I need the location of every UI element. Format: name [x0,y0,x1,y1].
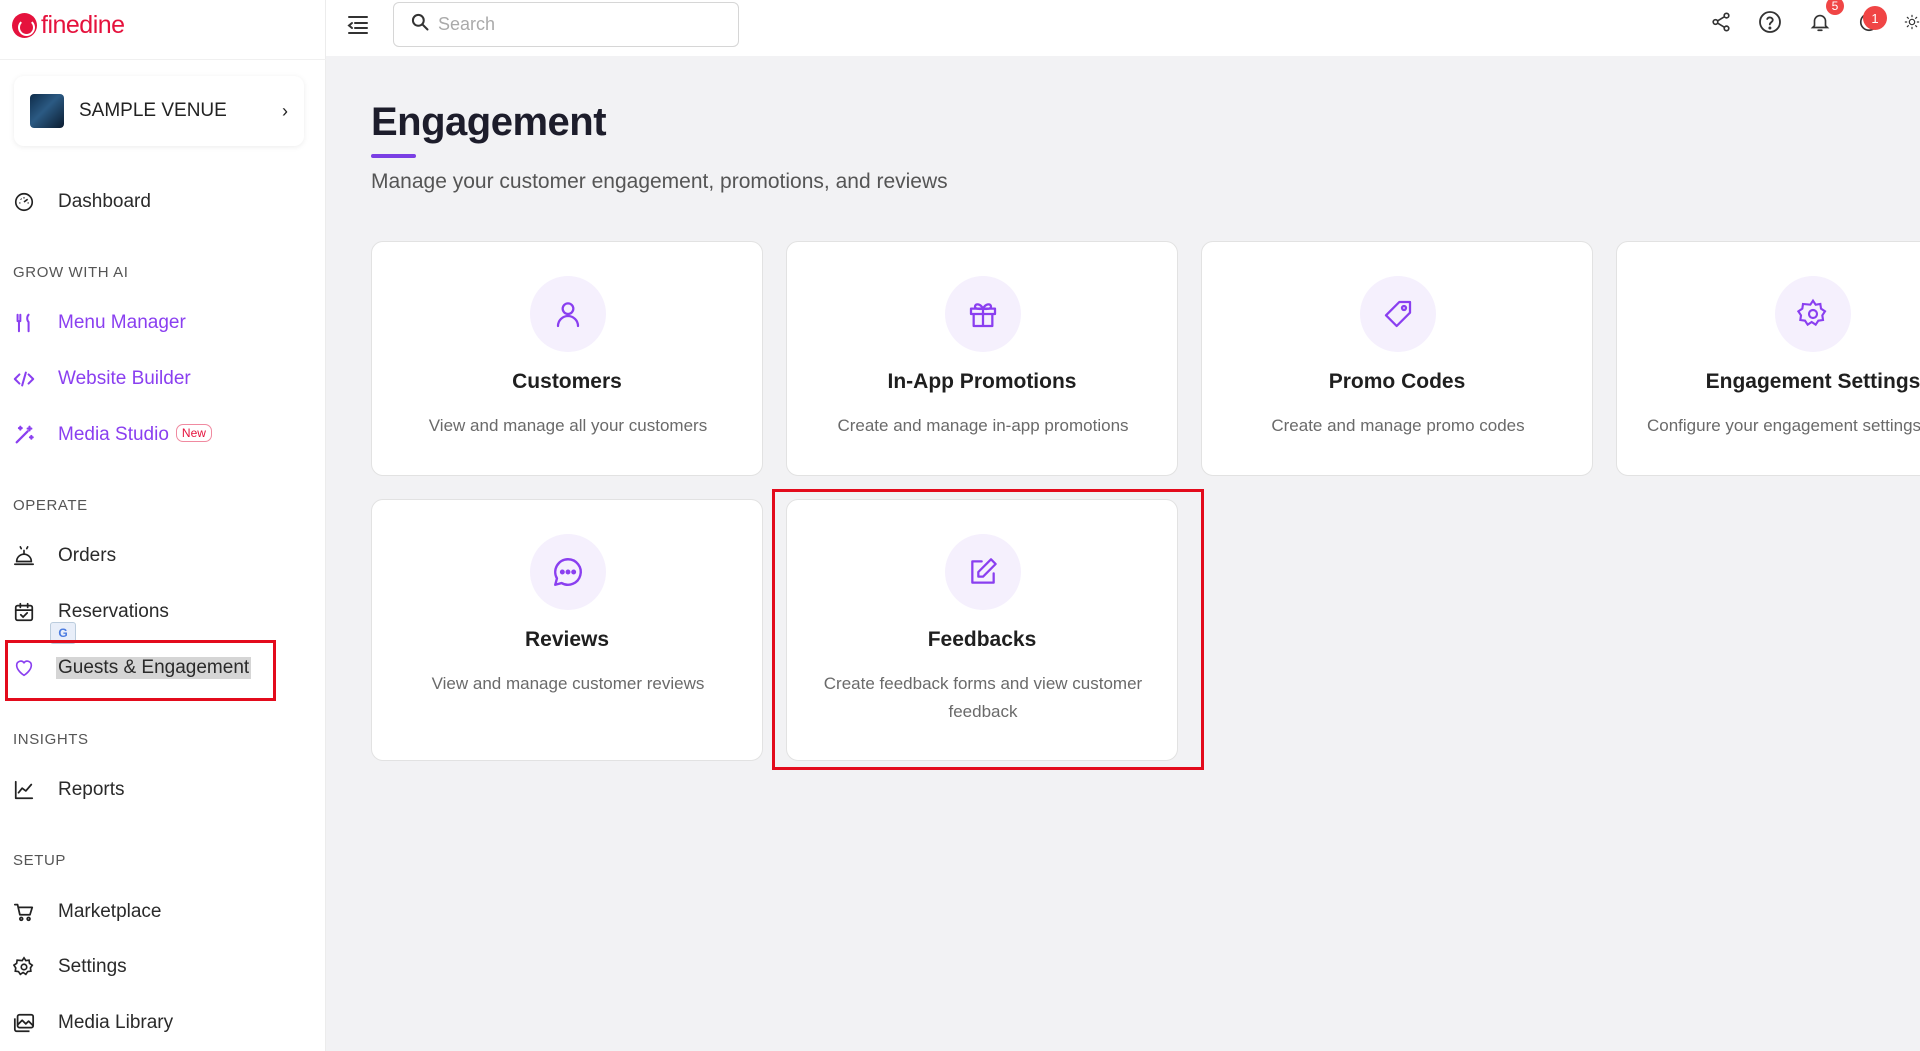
tag-icon [1360,276,1436,352]
sidebar-item-label: Menu Manager [58,312,186,333]
sidebar-item-settings[interactable]: Settings [0,947,326,987]
finedine-logo[interactable]: finedine [12,10,125,40]
venue-selector[interactable]: SAMPLE VENUE › [14,76,304,146]
search-input[interactable] [438,14,728,35]
sidebar-item-label: Reservations [58,601,169,622]
images-icon [12,1011,36,1035]
card-title: Engagement Settings [1705,370,1920,393]
card-description: View and manage all your customers [428,416,708,435]
top-bar: 5 1 [326,0,1920,56]
title-underline [371,154,416,158]
chevron-right-icon: › [282,100,288,121]
venue-thumbnail [30,94,64,128]
gauge-icon [12,190,36,214]
section-heading-grow: GROW WITH AI [13,264,129,281]
card-description: Create and manage in-app promotions [837,416,1129,435]
user-icon [530,276,606,352]
search-box[interactable] [393,2,739,47]
highlight-box-feedbacks [772,489,1204,770]
sidebar-item-label: Marketplace [58,901,162,922]
card-customers[interactable]: Customers View and manage all your custo… [371,241,763,476]
card-title: Reviews [524,628,610,651]
sidebar-item-label: Dashboard [58,191,151,212]
notifications-count-badge: 5 [1826,0,1844,15]
sidebar-item-website-builder[interactable]: Website Builder [0,359,326,399]
highlight-box-sidebar [5,640,276,701]
help-icon[interactable] [1757,9,1783,35]
line-chart-icon [12,778,36,802]
collapse-menu-icon[interactable] [346,14,372,38]
chat-bubble-icon [530,534,606,610]
settings-gear-icon [1775,276,1851,352]
media-studio-text: Media Studio [58,424,169,445]
sidebar-item-label: Reports [58,779,125,800]
sidebar-item-label: Media Studio New [58,423,212,446]
share-icon[interactable] [1708,9,1734,35]
gift-icon [945,276,1021,352]
sidebar: finedine SAMPLE VENUE › Dashboard GROW W… [0,0,326,1051]
cart-icon [12,900,36,924]
card-title: In-App Promotions [887,370,1077,393]
section-heading-setup: SETUP [13,852,67,869]
sidebar-item-marketplace[interactable]: Marketplace [0,892,326,932]
sidebar-item-label: Orders [58,545,117,566]
bell-service-icon [12,544,36,568]
page-subtitle: Manage your customer engagement, promoti… [371,170,948,193]
card-description: Create and manage promo codes [1271,416,1525,435]
section-heading-operate: OPERATE [13,497,88,514]
finedine-logo-icon [12,12,37,38]
search-icon [410,12,430,37]
card-promo-codes[interactable]: Promo Codes Create and manage promo code… [1201,241,1593,476]
sidebar-item-label: Media Library [58,1012,174,1033]
brand-name: finedine [41,10,125,39]
card-description: View and manage customer reviews [431,674,705,693]
code-icon [12,367,36,391]
sidebar-item-dashboard[interactable]: Dashboard [0,182,326,222]
card-engagement-settings[interactable]: Engagement Settings Configure your engag… [1616,241,1920,476]
sidebar-item-media-library[interactable]: Media Library [0,1003,326,1043]
sidebar-item-menu-manager[interactable]: Menu Manager [0,303,326,343]
card-in-app-promotions[interactable]: In-App Promotions Create and manage in-a… [786,241,1178,476]
theme-toggle-sun-icon[interactable] [1904,9,1920,35]
sidebar-item-label: Website Builder [58,368,191,389]
sidebar-item-reservations[interactable]: Reservations [0,592,326,632]
fork-knife-icon [12,311,36,335]
gear-icon [12,955,36,979]
venue-name: SAMPLE VENUE [79,100,227,121]
new-badge: New [175,423,212,442]
page-title: Engagement [371,100,607,144]
card-title: Promo Codes [1328,370,1466,393]
card-title: Customers [512,370,622,393]
sidebar-item-media-studio[interactable]: Media Studio New [0,415,326,455]
card-reviews[interactable]: Reviews View and manage customer reviews [371,499,763,761]
section-heading-insights: INSIGHTS [13,731,89,748]
card-description: Configure your engagement settings [1647,416,1920,435]
messages-count-badge: 1 [1863,6,1887,30]
sidebar-item-reports[interactable]: Reports [0,770,326,810]
magic-wand-icon [12,423,36,447]
calendar-check-icon [12,600,36,624]
sidebar-item-orders[interactable]: Orders [0,536,326,576]
sidebar-item-label: Settings [58,956,127,977]
logo-divider [0,59,326,60]
